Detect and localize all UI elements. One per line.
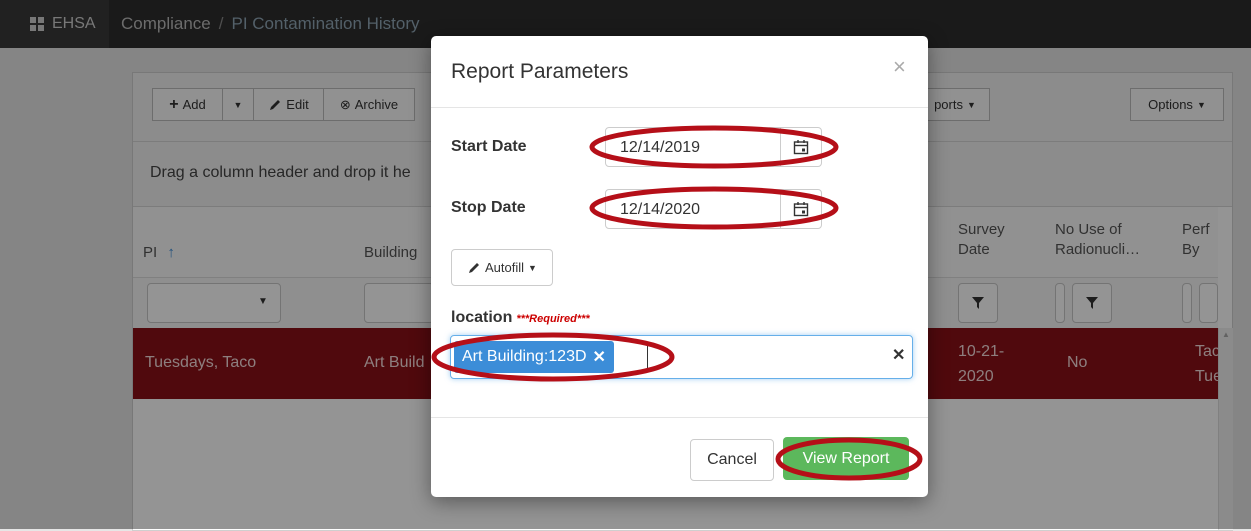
date-divider	[780, 128, 781, 166]
location-multiselect[interactable]: Art Building:123D ✕ ✕	[450, 335, 913, 379]
location-label: location	[451, 309, 513, 326]
text-cursor	[647, 346, 648, 368]
start-date-input[interactable]: 12/14/2019	[605, 127, 822, 167]
close-icon[interactable]: ×	[893, 54, 906, 80]
location-chip-label: Art Building:123D	[462, 348, 587, 365]
autofill-button[interactable]: Autofill ▼	[451, 249, 553, 286]
cancel-button[interactable]: Cancel	[690, 439, 774, 481]
required-indicator: ***Required***	[516, 313, 590, 325]
autofill-button-label: Autofill	[485, 260, 525, 275]
dialog-header: Report Parameters ×	[431, 36, 928, 108]
caret-down-icon: ▼	[528, 262, 537, 273]
start-date-label: Start Date	[451, 138, 527, 155]
report-parameters-dialog: Report Parameters × Start Date 12/14/201…	[431, 36, 928, 497]
location-chip: Art Building:123D ✕	[454, 341, 614, 373]
location-label-group: location ***Required***	[451, 309, 590, 327]
view-report-button[interactable]: View Report	[783, 437, 909, 480]
stop-date-value: 12/14/2020	[620, 201, 701, 218]
clear-all-icon[interactable]: ✕	[892, 345, 905, 365]
pencil-icon	[469, 262, 480, 273]
stop-date-input[interactable]: 12/14/2020	[605, 189, 822, 229]
dialog-footer: Cancel View Report	[431, 417, 928, 498]
start-date-value: 12/14/2019	[620, 139, 701, 156]
date-divider	[780, 190, 781, 228]
calendar-icon[interactable]	[793, 201, 809, 217]
dialog-title: Report Parameters	[451, 60, 629, 83]
chip-remove-icon[interactable]: ✕	[593, 347, 606, 367]
stop-date-label: Stop Date	[451, 199, 526, 216]
calendar-icon[interactable]	[793, 139, 809, 155]
